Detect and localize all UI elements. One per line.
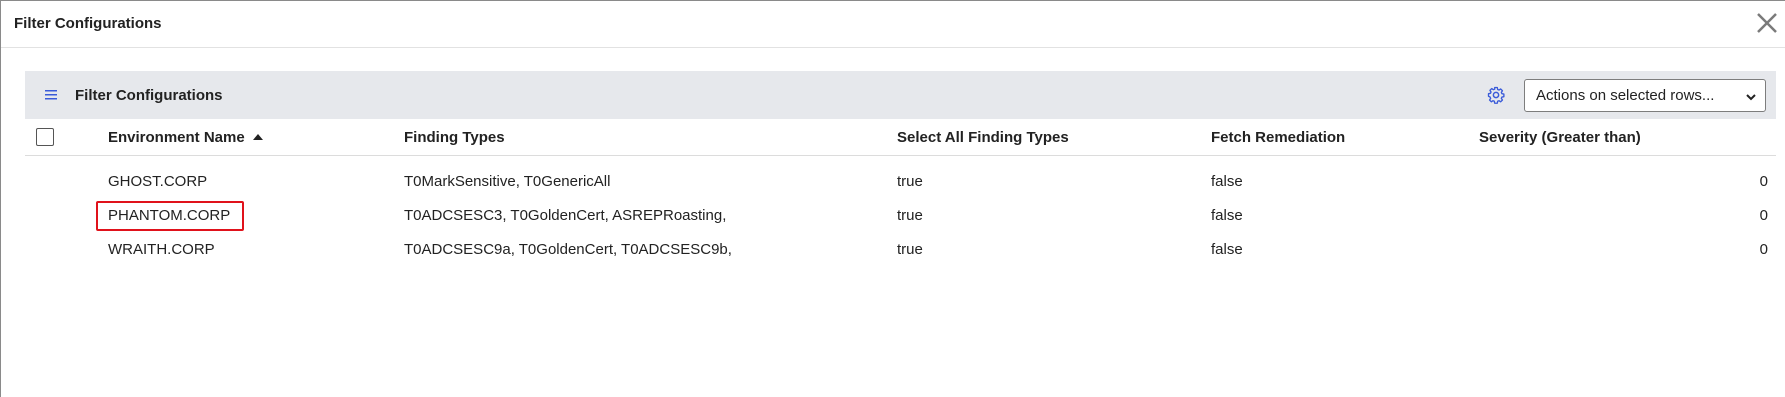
- column-header-fetch-remediation[interactable]: Fetch Remediation: [1211, 129, 1345, 146]
- column-header-label: Environment Name: [108, 129, 245, 146]
- close-button[interactable]: [1755, 11, 1785, 41]
- actions-select-value: Actions on selected rows...: [1536, 87, 1715, 104]
- gear-icon[interactable]: [1487, 86, 1505, 104]
- severity-cell: 0: [1759, 173, 1768, 190]
- fetch-remediation-cell: false: [1211, 207, 1243, 224]
- hamburger-icon[interactable]: [45, 87, 59, 103]
- table-row: WRAITH.CORP T0ADCSESC9a, T0GoldenCert, T…: [25, 231, 1776, 265]
- environment-link-wraith-corp[interactable]: WRAITH.CORP: [108, 241, 215, 258]
- severity-cell: 0: [1759, 207, 1768, 224]
- select-all-checkbox[interactable]: [36, 128, 54, 146]
- environment-link-phantom-corp[interactable]: PHANTOM.CORP: [108, 207, 230, 224]
- finding-types-cell: T0ADCSESC3, T0GoldenCert, ASREPRoasting,: [404, 207, 727, 224]
- table-header-row: Environment Name Finding Types Select Al…: [25, 119, 1776, 156]
- table-row: GHOST.CORP T0MarkSensitive, T0GenericAll…: [25, 163, 1776, 197]
- modal-header: Filter Configurations: [1, 1, 1785, 48]
- filter-configurations-table: Environment Name Finding Types Select Al…: [25, 119, 1776, 258]
- select-all-finding-types-cell: true: [897, 173, 923, 190]
- sort-ascending-icon: [252, 134, 263, 140]
- environment-link-ghost-corp[interactable]: GHOST.CORP: [108, 173, 207, 190]
- fetch-remediation-cell: false: [1211, 241, 1243, 258]
- list-toolbar: Filter Configurations Actions on selecte…: [25, 71, 1776, 119]
- modal-title: Filter Configurations: [14, 15, 162, 32]
- finding-types-cell: T0ADCSESC9a, T0GoldenCert, T0ADCSESC9b,: [404, 241, 732, 258]
- select-all-finding-types-cell: true: [897, 207, 923, 224]
- chevron-down-icon: [1745, 90, 1757, 102]
- finding-types-cell: T0MarkSensitive, T0GenericAll: [404, 173, 611, 190]
- severity-cell: 0: [1759, 241, 1768, 258]
- column-header-finding-types[interactable]: Finding Types: [404, 129, 505, 146]
- close-icon: [1757, 13, 1777, 33]
- column-header-environment-name[interactable]: Environment Name: [108, 129, 263, 146]
- table-row: PHANTOM.CORP T0ADCSESC3, T0GoldenCert, A…: [25, 197, 1776, 231]
- filter-configurations-modal: Filter Configurations Filter Configurati…: [0, 0, 1785, 397]
- select-all-finding-types-cell: true: [897, 241, 923, 258]
- column-header-severity[interactable]: Severity (Greater than): [1479, 129, 1641, 146]
- fetch-remediation-cell: false: [1211, 173, 1243, 190]
- table-body: GHOST.CORP T0MarkSensitive, T0GenericAll…: [25, 163, 1776, 265]
- actions-on-selected-rows-select[interactable]: Actions on selected rows...: [1524, 79, 1766, 112]
- list-title: Filter Configurations: [75, 87, 223, 104]
- column-header-select-all-finding-types[interactable]: Select All Finding Types: [897, 129, 1069, 146]
